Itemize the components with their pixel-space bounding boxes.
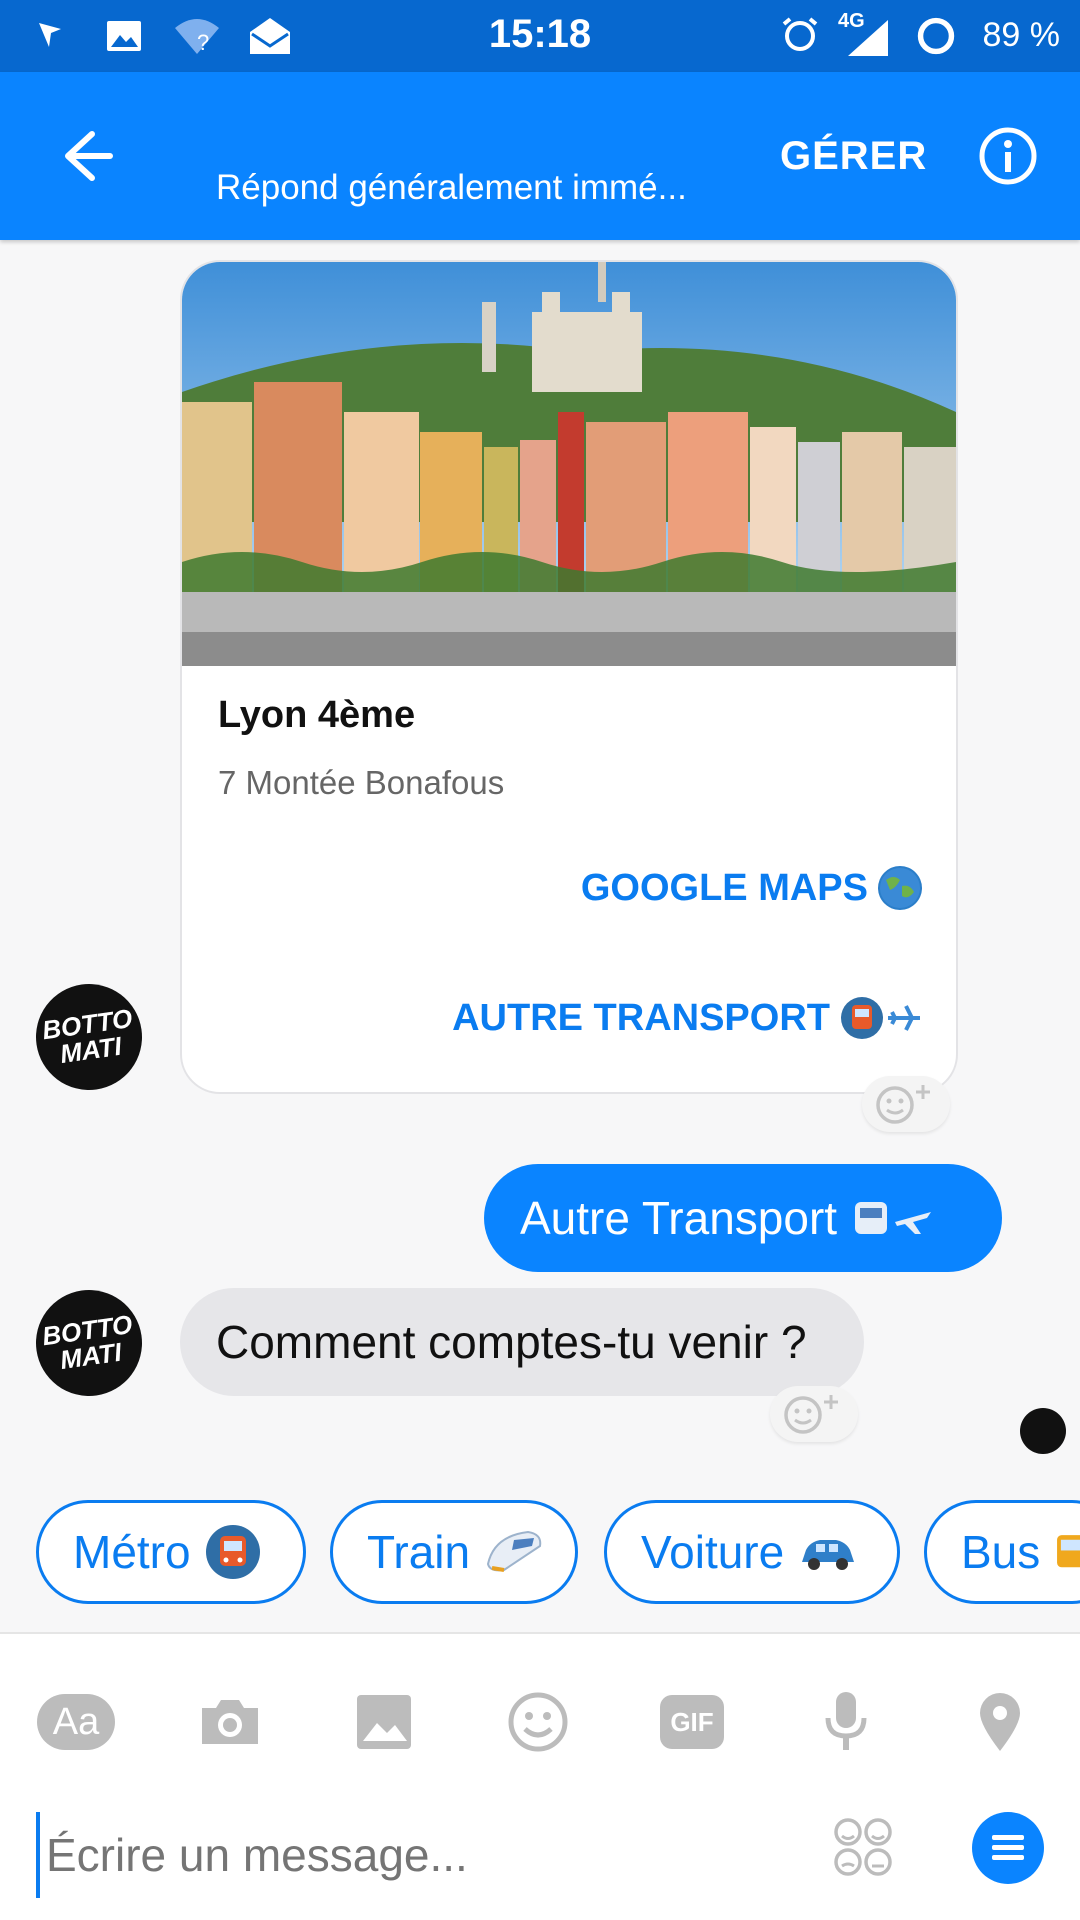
conversation-header: Répond généralement immé... GÉRER — [0, 72, 1080, 240]
message-input[interactable] — [36, 1812, 808, 1898]
add-reaction-button[interactable] — [862, 1076, 950, 1132]
back-arrow-icon[interactable] — [52, 124, 116, 188]
message-input-row — [0, 1794, 1080, 1914]
google-maps-button[interactable]: GOOGLE MAPS — [581, 866, 922, 910]
info-icon[interactable] — [978, 126, 1038, 186]
microphone-icon[interactable] — [806, 1682, 886, 1762]
quick-reply-label: Voiture — [641, 1526, 785, 1578]
metro-emoji-icon — [205, 1525, 260, 1579]
lyon-city-image — [182, 262, 956, 666]
google-maps-label: GOOGLE MAPS — [580, 866, 868, 909]
car-emoji-icon — [802, 1540, 855, 1570]
emoji-icon[interactable] — [498, 1682, 578, 1762]
camera-icon[interactable] — [190, 1682, 270, 1762]
emoji-plus-icon — [784, 1395, 838, 1434]
incoming-message-text: Comment comptes-tu venir ? — [216, 1316, 807, 1368]
gallery-icon[interactable] — [344, 1682, 424, 1762]
bus-emoji-icon — [1057, 1535, 1080, 1568]
card-title: Lyon 4ème — [218, 694, 416, 736]
quick-reply-bus[interactable]: Bus — [924, 1500, 1080, 1604]
quick-reply-voiture[interactable]: Voiture — [604, 1500, 900, 1604]
alarm-icon — [780, 16, 820, 56]
quick-reply-label: Métro — [73, 1526, 191, 1578]
other-transport-button[interactable]: AUTRE TRANSPORT — [452, 996, 922, 1040]
read-receipt-avatar — [1020, 1408, 1066, 1454]
location-icon[interactable] — [960, 1682, 1040, 1762]
manage-button[interactable]: GÉRER — [780, 134, 927, 179]
quick-reply-metro[interactable]: Métro — [36, 1500, 306, 1604]
text-format-icon[interactable]: Aa — [36, 1682, 116, 1762]
battery-ring-icon — [916, 16, 956, 56]
other-transport-label: AUTRE TRANSPORT — [452, 996, 830, 1039]
battery-percent: 89 % — [982, 16, 1061, 54]
composer: Aa GIF — [0, 1634, 1080, 1920]
gif-icon[interactable]: GIF — [652, 1682, 732, 1762]
card-address: 7 Montée Bonafous — [218, 764, 505, 801]
status-bar: ? 15:18 4G 89 % — [0, 0, 1080, 72]
globe-emoji-icon — [878, 866, 922, 910]
train-plane-emoji-icon — [855, 1202, 932, 1234]
bot-menu-button[interactable] — [972, 1812, 1044, 1884]
quick-reply-label: Bus — [961, 1526, 1041, 1578]
bot-avatar[interactable]: BOTTO MATI — [29, 977, 149, 1097]
outgoing-message[interactable]: Autre Transport — [484, 1164, 1002, 1272]
location-card: Lyon 4ème 7 Montée Bonafous GOOGLE MAPS … — [180, 260, 958, 1094]
metro-plane-emoji-icon — [840, 996, 922, 1040]
gif-label: GIF — [660, 1695, 724, 1749]
aa-label: Aa — [37, 1694, 115, 1750]
outgoing-message-text: Autre Transport — [520, 1192, 838, 1244]
emoji-plus-icon — [876, 1085, 930, 1124]
bot-avatar[interactable]: BOTTO MATI — [29, 1283, 149, 1403]
incoming-message[interactable]: Comment comptes-tu venir ? — [180, 1288, 864, 1396]
quick-reply-train[interactable]: Train — [330, 1500, 578, 1604]
network-type: 4G — [838, 10, 865, 32]
add-reaction-button[interactable] — [770, 1386, 858, 1442]
quick-reply-label: Train — [367, 1526, 471, 1578]
menu-icon — [992, 1835, 1024, 1860]
train-emoji-icon — [487, 1530, 542, 1572]
response-time-subtitle: Répond généralement immé... — [216, 168, 687, 207]
stickers-icon[interactable] — [832, 1816, 896, 1880]
